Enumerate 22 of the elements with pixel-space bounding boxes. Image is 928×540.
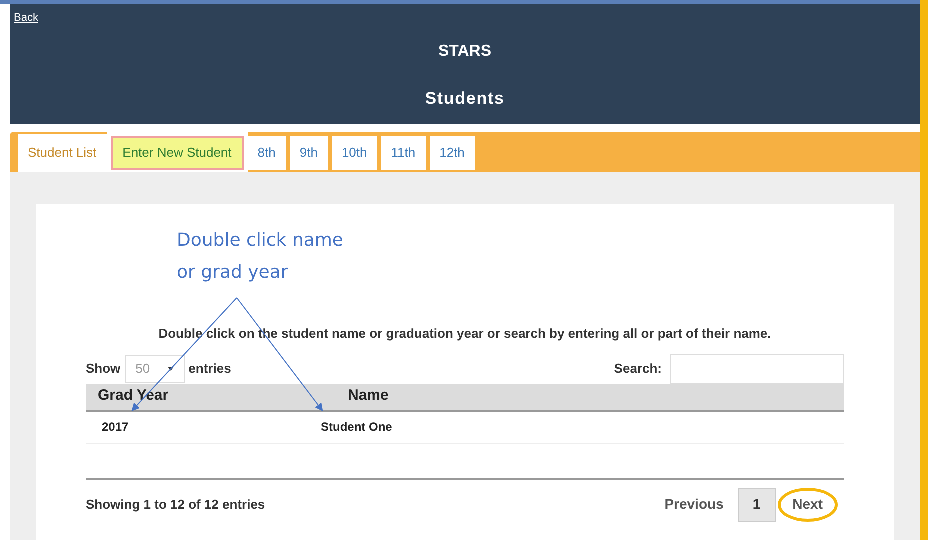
tab[interactable]: 8th [248,136,286,170]
app-title: STARS [438,42,492,62]
search-field[interactable] [670,354,844,384]
tab[interactable]: 11th [381,136,426,170]
callout-text: or grad year [177,261,290,285]
tab[interactable]: 9th [290,136,328,170]
callout-text: Double click name [177,229,344,253]
back-link[interactable]: Back [14,10,38,26]
column-header[interactable]: Name [336,385,389,408]
table-cell[interactable]: 2017 [86,418,321,436]
entries-label: entries [188,360,232,378]
pagination-link[interactable]: Next [778,488,838,522]
table-info: Showing 1 to 12 of 12 entries [86,496,266,514]
search-label: Search: [614,360,662,378]
page-title: Students [425,88,505,110]
caret-icon [168,366,174,370]
table-cell[interactable]: Student One [321,418,392,436]
pagination-link[interactable]: Previous [652,488,736,522]
show-label: Show [86,360,121,378]
page-button[interactable]: 1 [738,488,776,522]
tab[interactable]: 10th [332,136,378,170]
tab[interactable]: 12th [430,136,475,170]
